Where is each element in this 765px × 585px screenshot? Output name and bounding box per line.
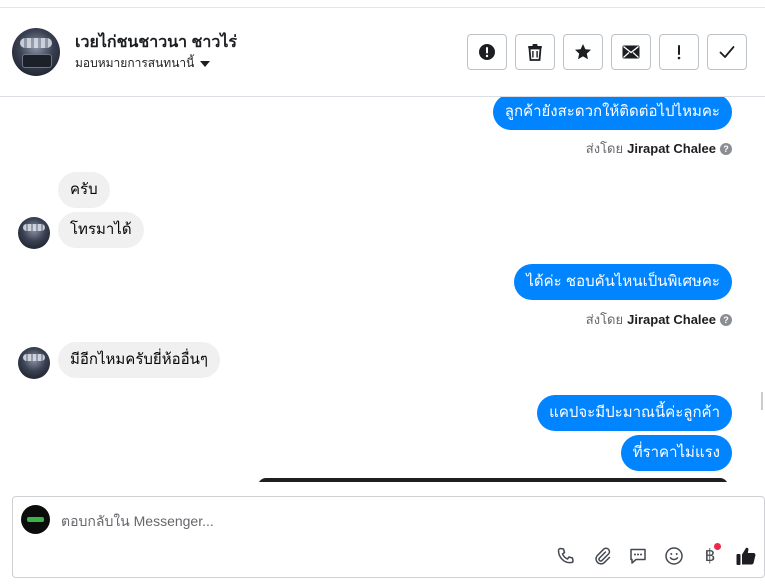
alert-circle-icon: [479, 44, 495, 60]
composer-tools: ฿: [553, 543, 759, 569]
contact-avatar-small: [18, 217, 50, 249]
caret-down-icon: [200, 61, 211, 67]
message-bubble-incoming[interactable]: มีอีกไหมครับยี่ห้ออื่นๆ: [58, 342, 220, 378]
follow-up-button[interactable]: [659, 34, 699, 70]
help-icon[interactable]: ?: [720, 313, 732, 326]
assign-conversation-dropdown[interactable]: มอบหมายการสนทนานี้: [75, 54, 211, 73]
scrollbar[interactable]: [761, 392, 763, 410]
message-thread[interactable]: ลูกค้ายังสะดวกให้ติดต่อไปไหมคะ ส่งโดย Ji…: [0, 97, 765, 482]
contact-avatar[interactable]: [12, 28, 60, 76]
mark-done-button[interactable]: [707, 34, 747, 70]
saved-replies-button[interactable]: [625, 543, 651, 569]
mark-unread-button[interactable]: [611, 34, 651, 70]
envelope-icon: [622, 45, 640, 59]
baht-payment-icon: ฿: [704, 546, 716, 566]
notification-dot: [714, 543, 721, 550]
delete-button[interactable]: [515, 34, 555, 70]
call-button[interactable]: [553, 543, 579, 569]
message-bubble-incoming[interactable]: โทรมาได้: [58, 212, 144, 248]
sent-by-name: Jirapat Chalee: [627, 141, 716, 156]
thumbs-up-icon: [736, 547, 756, 565]
image-attachment-preview[interactable]: [258, 478, 728, 482]
sent-by-name: Jirapat Chalee: [627, 312, 716, 327]
like-button[interactable]: [733, 543, 759, 569]
check-icon: [719, 46, 735, 58]
conversation-toolbar: [467, 34, 747, 70]
payment-button[interactable]: ฿: [697, 543, 723, 569]
emoji-button[interactable]: [661, 543, 687, 569]
mark-spam-button[interactable]: [467, 34, 507, 70]
contact-name[interactable]: เวยไก่ชนชาวนา ชาวไร่: [75, 30, 237, 55]
message-bubble-outgoing[interactable]: ลูกค้ายังสะดวกให้ติดต่อไปไหมคะ: [492, 97, 732, 130]
trash-icon: [528, 44, 542, 61]
sent-by-prefix: ส่งโดย: [585, 312, 624, 327]
message-bubble-incoming[interactable]: ครับ: [58, 172, 110, 208]
assign-conversation-label: มอบหมายการสนทนานี้: [75, 56, 195, 70]
sent-by-label: ส่งโดย Jirapat Chalee ?: [586, 138, 732, 159]
phone-icon: [557, 547, 574, 564]
conversation-header: เวยไก่ชนชาวนา ชาวไร่ มอบหมายการสนทนานี้: [0, 8, 765, 97]
sent-by-prefix: ส่งโดย: [585, 141, 624, 156]
sent-by-label: ส่งโดย Jirapat Chalee ?: [586, 309, 732, 330]
page-avatar: [21, 505, 50, 534]
contact-avatar-small: [18, 347, 50, 379]
star-button[interactable]: [563, 34, 603, 70]
exclamation-icon: [677, 45, 681, 60]
message-bubble-outgoing[interactable]: ได้ค่ะ ชอบคันไหนเป็นพิเศษคะ: [514, 264, 732, 300]
message-bubble-outgoing[interactable]: ที่ราคาไม่แรง: [620, 435, 732, 471]
star-icon: [575, 44, 591, 60]
help-icon[interactable]: ?: [720, 142, 732, 155]
message-bubble-outgoing[interactable]: แคปจะมีปะมาณนี้ค่ะลูกค้า: [537, 395, 732, 431]
reply-input[interactable]: [61, 511, 621, 531]
reply-composer: ฿: [12, 496, 765, 578]
paperclip-icon: [595, 547, 611, 565]
emoji-icon: [665, 547, 683, 565]
attach-button[interactable]: [589, 543, 615, 569]
chat-bubble-icon: [630, 548, 646, 564]
